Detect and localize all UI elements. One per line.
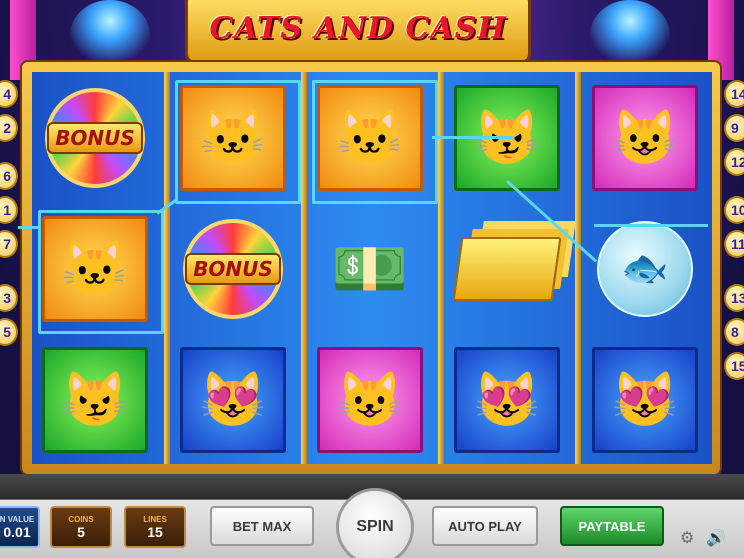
reel-symbol-bonus-wheel: BONUS	[40, 83, 150, 193]
settings-gear-icon[interactable]: ⚙	[680, 528, 694, 548]
gold-bars-icon	[452, 237, 562, 301]
reel-symbol-showgirl-cat: 😻	[452, 345, 562, 455]
reel-divider	[164, 72, 170, 464]
reel-symbol-showgirl-cat: 😻	[590, 345, 700, 455]
lines-selector[interactable]: LINES 15	[124, 506, 186, 548]
reel-symbol-fish-bowl: 🐟	[590, 214, 700, 324]
payline-number-left[interactable]: 2	[0, 114, 18, 142]
reel-divider	[438, 72, 444, 464]
coin-value-display[interactable]: N VALUE 0.01	[0, 506, 40, 548]
showgirl-cat-icon: 😻	[611, 370, 679, 430]
reel-symbol-tabby-cat: 😼	[452, 83, 562, 193]
payline-number-left[interactable]: 1	[0, 196, 18, 224]
reel-symbol-showgirl-cat: 😻	[178, 345, 288, 455]
reel-symbol-gangster-cat: 🐱	[40, 214, 150, 324]
reel-symbol-gangster-cat: 🐱	[315, 83, 425, 193]
reel-symbol-gold-bars	[452, 214, 562, 324]
payline-numbers-left: 4 2 6 1 7 3 5	[0, 80, 18, 352]
payline-number-right[interactable]: 11	[724, 230, 744, 258]
showgirl-cat-tile: 😻	[180, 347, 286, 453]
bonus-wheel-icon: BONUS	[45, 88, 145, 188]
payline-number-left[interactable]: 3	[0, 284, 18, 312]
lines-value: 15	[147, 523, 163, 540]
payline-number-right[interactable]: 13	[724, 284, 744, 312]
sound-icon[interactable]: 🔊	[706, 528, 726, 548]
bonus-label: BONUS	[47, 122, 143, 154]
spin-button[interactable]: SPIN	[336, 488, 414, 558]
game-logo: CATS AND CASH	[185, 0, 531, 64]
payline-number-left[interactable]: 5	[0, 318, 18, 346]
reel-divider	[301, 72, 307, 464]
tabby-cat-tile: 😼	[42, 347, 148, 453]
fluffy-cat-tile: 😺	[592, 85, 698, 191]
coins-label: COINS	[68, 514, 94, 524]
gangster-cat-icon: 🐱	[336, 108, 404, 168]
coins-value: 5	[77, 523, 85, 540]
payline-number-right[interactable]: 15	[724, 352, 744, 380]
spotlight	[590, 0, 670, 70]
auto-play-button[interactable]: AUTO PLAY	[432, 506, 538, 546]
gangster-cat-tile: 🐱	[180, 85, 286, 191]
reel-symbol-cash-stack: 💵	[315, 214, 425, 324]
payline-numbers-right: 14 9 12 10 11 13 8 15	[724, 80, 744, 386]
bet-max-button[interactable]: BET MAX	[210, 506, 314, 546]
payline-number-right[interactable]: 8	[724, 318, 744, 346]
reel-symbol-tabby-cat: 😼	[40, 345, 150, 455]
payline-number-right[interactable]: 14	[724, 80, 744, 108]
gangster-cat-tile: 🐱	[317, 85, 423, 191]
paytable-button[interactable]: PAYTABLE	[560, 506, 664, 546]
tabby-cat-tile: 😼	[454, 85, 560, 191]
payline-number-right[interactable]: 10	[724, 196, 744, 224]
reel-symbol-fluffy-cat: 😺	[590, 83, 700, 193]
payline-number-left[interactable]: 6	[0, 162, 18, 190]
showgirl-cat-tile: 😻	[454, 347, 560, 453]
spotlight	[70, 0, 150, 70]
coin-value: 0.01	[3, 523, 31, 540]
showgirl-cat-icon: 😻	[473, 370, 541, 430]
lines-label: LINES	[143, 514, 167, 524]
reel-symbol-gangster-cat: 🐱	[178, 83, 288, 193]
coin-value-label: N VALUE	[0, 514, 35, 524]
game-title: CATS AND CASH	[209, 10, 507, 46]
gangster-cat-tile: 🐱	[42, 216, 148, 322]
gangster-cat-icon: 🐱	[61, 239, 129, 299]
tabby-cat-icon: 😼	[61, 370, 129, 430]
fluffy-cat-tile: 😺	[317, 347, 423, 453]
payline-number-right[interactable]: 12	[724, 148, 744, 176]
bonus-label: BONUS	[185, 253, 281, 285]
reel-divider	[575, 72, 581, 464]
cash-stack-icon: 💵	[331, 234, 409, 304]
reel-symbol-fluffy-cat: 😺	[315, 345, 425, 455]
fish-bowl-icon: 🐟	[597, 221, 693, 317]
fluffy-cat-icon: 😺	[336, 370, 404, 430]
payline-number-left[interactable]: 7	[0, 230, 18, 258]
bonus-wheel-icon: BONUS	[183, 219, 283, 319]
showgirl-cat-icon: 😻	[199, 370, 267, 430]
game-stage: CATS AND CASH BONUS 🐱 😼 🐱 BONUS 😻 🐱 💵 😺 😼 😻 😺 🐟 😻 4 2 6…	[0, 0, 744, 558]
fluffy-cat-icon: 😺	[611, 108, 679, 168]
gangster-cat-icon: 🐱	[199, 108, 267, 168]
reel-symbol-bonus-wheel: BONUS	[178, 214, 288, 324]
tabby-cat-icon: 😼	[473, 108, 541, 168]
showgirl-cat-tile: 😻	[592, 347, 698, 453]
payline-number-left[interactable]: 4	[0, 80, 18, 108]
payline-number-right[interactable]: 9	[724, 114, 744, 142]
coins-selector[interactable]: COINS 5	[50, 506, 112, 548]
